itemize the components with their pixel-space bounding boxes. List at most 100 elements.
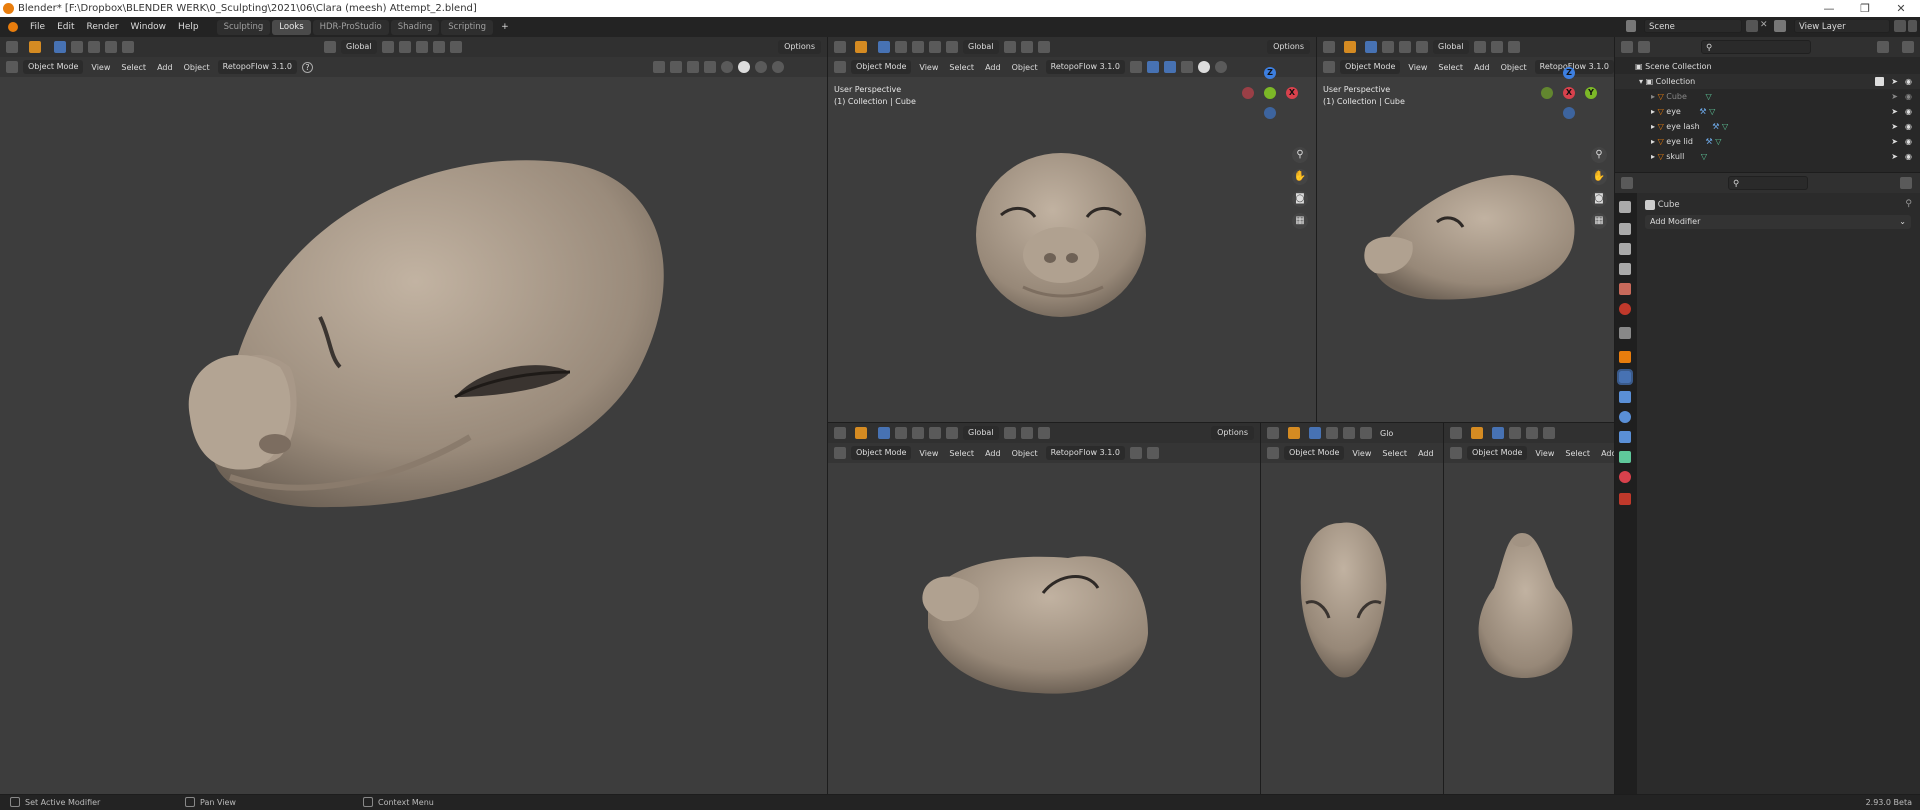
tab-looks[interactable]: Looks (272, 19, 311, 35)
top-menubar: File Edit Render Window Help Sculpting L… (0, 17, 1920, 37)
filter-icon[interactable] (1877, 41, 1889, 53)
render-tab-icon[interactable] (1619, 223, 1631, 235)
editor-type-icon[interactable] (1621, 41, 1633, 53)
mouse-middle-icon (185, 797, 195, 807)
menu-file[interactable]: File (24, 17, 51, 37)
mouse-left-icon (10, 797, 20, 807)
new-view-layer-icon[interactable] (1894, 20, 1906, 32)
collection-tab-icon[interactable] (1619, 327, 1631, 339)
eye-visibility-icon[interactable]: ◉ (1905, 74, 1912, 89)
view-layer-icon (1774, 20, 1786, 32)
tab-sculpting[interactable]: Sculpting (216, 19, 271, 35)
outliner-collection[interactable]: ▾ ▣ Collection ➤ ◉ (1615, 74, 1920, 89)
material-tab-icon[interactable] (1619, 471, 1631, 483)
viewport-front[interactable]: Global Options Object Mode View Select A… (828, 37, 1316, 422)
outliner-item-cube[interactable]: ▸ ▽ Cube ▽ ➤ ◉ (1615, 89, 1920, 104)
scene-tab-icon[interactable] (1619, 283, 1631, 295)
select-arrow-icon[interactable]: ➤ (1891, 74, 1898, 89)
properties-search-input[interactable]: ⚲ (1728, 176, 1808, 190)
viewport-main[interactable]: Global Options Object Mode View Select A… (0, 37, 827, 794)
status-left-hint: Set Active Modifier (25, 798, 101, 807)
object-name-label: Cube (1657, 200, 1680, 210)
viewport-bottom-a[interactable]: Global Options Object Mode View Select A… (828, 423, 1260, 794)
remove-view-layer-icon[interactable] (1908, 20, 1917, 32)
window-title: Blender* [F:\Dropbox\BLENDER WERK\0_Scul… (18, 3, 477, 14)
eye-visibility-icon[interactable]: ◉ (1905, 149, 1912, 164)
properties-tab-column (1615, 193, 1637, 794)
viewport-bottom-b[interactable]: Glo Object Mode View Select Add (1261, 423, 1443, 794)
new-scene-icon[interactable] (1746, 20, 1758, 32)
select-arrow-icon[interactable]: ➤ (1891, 104, 1898, 119)
select-arrow-icon[interactable]: ➤ (1891, 119, 1898, 134)
restore-button[interactable]: ❐ (1848, 0, 1882, 17)
object-tab-icon[interactable] (1619, 351, 1631, 363)
texture-tab-icon[interactable] (1619, 493, 1631, 505)
eye-visibility-icon[interactable]: ◉ (1905, 134, 1912, 149)
eye-visibility-icon[interactable]: ◉ (1905, 119, 1912, 134)
menu-window[interactable]: Window (125, 17, 173, 37)
world-tab-icon[interactable] (1619, 303, 1631, 315)
blender-menu-icon[interactable] (8, 22, 18, 32)
display-mode-icon[interactable] (1638, 41, 1650, 53)
eye-visibility-icon[interactable]: ◉ (1905, 89, 1912, 104)
dog-head-bottom-view (1478, 533, 1573, 678)
scene-icon (1626, 20, 1636, 32)
mesh-object-icon: ▽ (1657, 137, 1667, 146)
add-workspace-button[interactable]: + (495, 17, 515, 37)
select-arrow-icon[interactable]: ➤ (1891, 134, 1898, 149)
properties-editor: ⚲ Cube ⚲ Add Modifier ⌄ (1615, 173, 1920, 794)
version-label: 2.93.0 Beta (1865, 798, 1912, 807)
menu-edit[interactable]: Edit (51, 17, 80, 37)
dog-head-low-angle-view (922, 556, 1148, 694)
new-collection-icon[interactable] (1902, 41, 1914, 53)
view-layer-selector[interactable]: View Layer (1794, 19, 1890, 33)
add-modifier-label: Add Modifier (1650, 217, 1701, 226)
outliner-item-eye-lash[interactable]: ▸ ▽ eye lash ⚒ ▽ ➤ ◉ (1615, 119, 1920, 134)
particles-tab-icon[interactable] (1619, 391, 1631, 403)
status-right-hint: Context Menu (378, 798, 434, 807)
select-arrow-icon[interactable]: ➤ (1891, 89, 1898, 104)
output-tab-icon[interactable] (1619, 243, 1631, 255)
menu-render[interactable]: Render (81, 17, 125, 37)
exclude-checkbox[interactable] (1875, 77, 1884, 86)
viewport-bottom-c[interactable]: Object Mode View Select Add (1444, 423, 1614, 794)
constraints-tab-icon[interactable] (1619, 431, 1631, 443)
modifier-wrench-icon: ⚒ (1699, 107, 1707, 116)
minimize-button[interactable]: — (1812, 0, 1846, 17)
viewport-side[interactable]: Global Object Mode View Select Add Objec… (1317, 37, 1614, 422)
select-arrow-icon[interactable]: ➤ (1891, 149, 1898, 164)
close-window-button[interactable]: ✕ (1884, 0, 1918, 17)
tab-hdr-prostudio[interactable]: HDR-ProStudio (312, 19, 389, 35)
outliner-item-eye-lid[interactable]: ▸ ▽ eye lid ⚒ ▽ ➤ ◉ (1615, 134, 1920, 149)
collection-icon: ▣ (1645, 77, 1656, 86)
tool-tab-icon[interactable] (1619, 201, 1631, 213)
add-modifier-dropdown[interactable]: Add Modifier ⌄ (1645, 215, 1911, 229)
status-bar: Set Active Modifier Pan View Context Men… (0, 795, 1920, 810)
pin-icon[interactable]: ⚲ (1905, 199, 1912, 209)
menu-help[interactable]: Help (172, 17, 205, 37)
status-middle-hint: Pan View (200, 798, 236, 807)
scene-selector[interactable]: Scene (1644, 19, 1742, 33)
modifier-wrench-tab-icon[interactable] (1617, 369, 1633, 385)
delete-scene-icon[interactable]: ✕ (1760, 20, 1768, 30)
physics-tab-icon[interactable] (1619, 411, 1631, 423)
dog-head-front-view (976, 153, 1146, 317)
eye-visibility-icon[interactable]: ◉ (1905, 104, 1912, 119)
mouse-right-icon (363, 797, 373, 807)
outliner-item-skull[interactable]: ▸ ▽ skull ▽ ➤ ◉ (1615, 149, 1920, 164)
properties-header: ⚲ (1615, 173, 1920, 193)
tab-scripting[interactable]: Scripting (441, 19, 494, 35)
dog-head-side-view (1364, 175, 1575, 300)
mesh-data-icon: ▽ (1700, 152, 1708, 161)
outliner-scene-collection[interactable]: ▣ Scene Collection (1615, 59, 1920, 74)
editor-type-icon[interactable] (1621, 177, 1633, 189)
outliner-item-eye[interactable]: ▸ ▽ eye ⚒ ▽ ➤ ◉ (1615, 104, 1920, 119)
tab-shading[interactable]: Shading (390, 19, 440, 35)
options-chevron-icon[interactable] (1900, 177, 1912, 189)
dog-head-sculpt-main (188, 160, 664, 508)
outliner-search-input[interactable]: ⚲ (1701, 40, 1811, 54)
dog-head-top-view (1300, 522, 1387, 678)
mesh-data-tab-icon[interactable] (1619, 451, 1631, 463)
mesh-object-icon: ▽ (1657, 152, 1667, 161)
view-layer-tab-icon[interactable] (1619, 263, 1631, 275)
